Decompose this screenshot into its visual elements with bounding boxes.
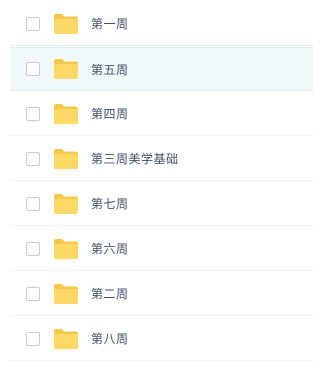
folder-name[interactable]: 第二周 bbox=[91, 285, 129, 302]
file-row[interactable]: 第一周 bbox=[10, 2, 313, 46]
folder-icon bbox=[53, 13, 79, 35]
folder-name[interactable]: 第六周 bbox=[91, 240, 129, 257]
folder-icon bbox=[53, 148, 79, 170]
file-list: 第一周 第五周 第四周 第三周美学基础 第七周 第六周 第二周 第八周 bbox=[0, 0, 313, 370]
folder-icon bbox=[53, 328, 79, 350]
row-checkbox[interactable] bbox=[26, 16, 40, 31]
file-row[interactable]: 第二周 bbox=[10, 272, 313, 316]
file-row[interactable]: 第四周 bbox=[10, 92, 313, 136]
folder-name[interactable]: 第八周 bbox=[91, 330, 129, 347]
folder-name[interactable]: 第一周 bbox=[91, 15, 129, 32]
row-checkbox[interactable] bbox=[26, 241, 40, 256]
folder-icon bbox=[53, 103, 79, 125]
file-row[interactable]: 第三周美学基础 bbox=[10, 137, 313, 181]
folder-name[interactable]: 第五周 bbox=[91, 61, 129, 78]
row-checkbox[interactable] bbox=[26, 62, 40, 76]
file-row[interactable]: 第七周 bbox=[10, 182, 313, 226]
folder-icon bbox=[53, 58, 79, 80]
folder-icon bbox=[53, 238, 79, 260]
folder-icon bbox=[53, 283, 79, 305]
row-checkbox[interactable] bbox=[26, 196, 40, 211]
row-checkbox[interactable] bbox=[26, 151, 40, 166]
folder-name[interactable]: 第七周 bbox=[91, 195, 129, 212]
file-row[interactable]: 第八周 bbox=[10, 317, 313, 361]
folder-icon bbox=[53, 193, 79, 215]
row-checkbox[interactable] bbox=[26, 331, 40, 346]
folder-name[interactable]: 第三周美学基础 bbox=[91, 150, 179, 167]
row-checkbox[interactable] bbox=[26, 286, 40, 301]
file-row[interactable]: 第六周 bbox=[10, 227, 313, 271]
folder-name[interactable]: 第四周 bbox=[91, 105, 129, 122]
row-checkbox[interactable] bbox=[26, 106, 40, 121]
file-row[interactable]: 第五周 bbox=[10, 47, 313, 91]
